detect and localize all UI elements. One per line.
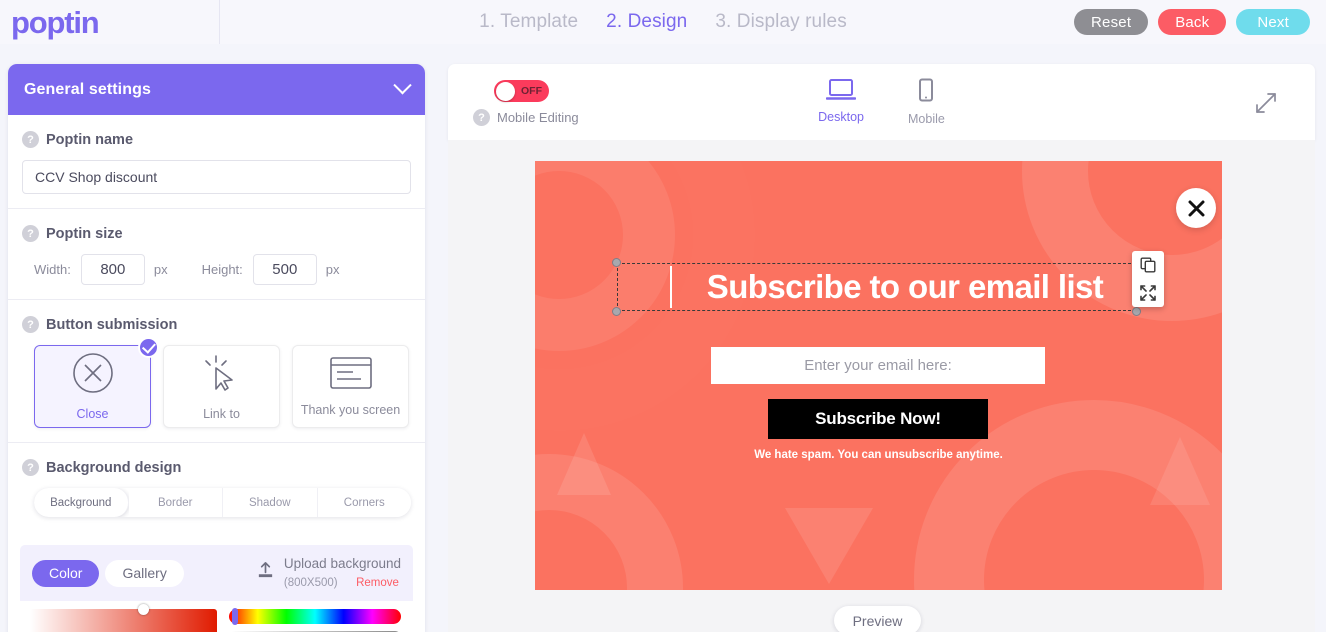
back-button[interactable]: Back [1158,9,1227,35]
poptin-name-input[interactable] [22,160,411,194]
background-mode-row: Color Gallery Upload background (800X500… [20,545,413,601]
background-design-section: ? Background design Background Border Sh… [8,443,425,531]
width-input[interactable] [80,254,145,285]
question-mark-icon[interactable]: ? [22,131,39,148]
popup-headline[interactable]: Subscribe to our email list [674,264,1136,310]
mode-color-pill[interactable]: Color [32,559,100,587]
mobile-icon [917,78,935,109]
color-picker [20,601,413,632]
poptin-name-section: ? Poptin name [8,115,425,209]
text-caret [670,266,672,308]
submission-option-label: Close [76,407,109,421]
canvas-toolbar: OFF ? Mobile Editing Desktop Mobile [448,64,1315,140]
submission-option-thank-you-screen[interactable]: Thank you screen [292,345,409,428]
header-actions: Reset Back Next [1074,0,1310,44]
canvas-area: Subscribe to our email list Enter your e… [448,140,1315,632]
question-mark-icon[interactable]: ? [22,459,39,476]
cursor-click-icon [201,352,243,399]
circle-x-icon [72,352,114,399]
width-unit: px [153,262,168,277]
decoration-ring [535,454,683,590]
disclaimer-text: We hate spam. You can unsubscribe anytim… [754,449,1003,461]
hue-alpha-column [229,608,401,632]
settings-panel: General settings ? Poptin name ? Poptin … [8,64,425,632]
duplicate-icon[interactable] [1140,257,1156,273]
submission-option-label: Thank you screen [300,403,401,417]
check-icon [138,337,159,358]
headline-selection[interactable]: Subscribe to our email list [612,258,1141,316]
background-design-title: ? Background design [22,459,411,476]
device-mobile[interactable]: Mobile [908,78,945,126]
desktop-icon [825,78,857,107]
device-mobile-label: Mobile [908,112,945,126]
next-button[interactable]: Next [1236,9,1310,35]
height-input[interactable] [252,254,317,285]
move-resize-icon[interactable] [1140,285,1156,301]
step-template[interactable]: 1. Template [479,11,578,33]
upload-icon [256,561,275,585]
saturation-handle[interactable] [138,604,149,616]
tab-corners[interactable]: Corners [317,488,411,517]
size-row: Width: px Height: px [22,254,411,285]
popup-close-button[interactable] [1176,188,1216,228]
general-settings-header[interactable]: General settings [8,64,425,115]
element-toolbar [1132,251,1164,307]
subscribe-button[interactable]: Subscribe Now! [768,399,988,439]
app-header: poptin 1. Template 2. Design 3. Display … [0,0,1326,44]
resize-handle-top-left[interactable] [612,258,621,267]
preview-button[interactable]: Preview [834,606,921,632]
hue-slider[interactable] [229,608,401,626]
hue-handle[interactable] [232,608,238,626]
chevron-down-icon[interactable] [393,76,412,95]
saturation-gradient[interactable] [30,604,217,632]
question-mark-icon[interactable]: ? [22,225,39,242]
button-submission-label: Button submission [46,316,178,333]
logo-zone: poptin [0,0,220,44]
tab-shadow[interactable]: Shadow [223,488,318,517]
remove-background-link[interactable]: Remove [356,577,399,589]
poptin-size-section: ? Poptin size Width: px Height: px [8,209,425,300]
poptin-name-label: Poptin name [46,131,134,148]
expand-arrows-icon[interactable] [1255,92,1277,119]
poptin-editor: poptin 1. Template 2. Design 3. Display … [0,0,1326,632]
background-color-block: Color Gallery Upload background (800X500… [20,545,413,632]
submission-option-link-to[interactable]: Link to [163,345,280,428]
button-submission-title: ? Button submission [22,316,411,333]
tab-background[interactable]: Background [34,488,129,517]
height-label: Height: [201,262,243,277]
background-design-label: Background design [46,459,182,476]
decoration-ring [535,161,675,351]
screen-window-icon [329,356,373,395]
device-desktop-label: Desktop [818,110,865,124]
upload-background-label: Upload background [283,556,401,571]
step-design[interactable]: 2. Design [606,11,687,33]
submission-options: Close Link to Thank you screen [22,337,411,428]
panel-title: General settings [24,80,151,98]
device-desktop[interactable]: Desktop [818,78,864,126]
upload-dimensions: (800X500) [283,577,338,590]
decoration-triangle [785,508,873,584]
question-mark-icon[interactable]: ? [22,316,39,333]
poptin-name-title: ? Poptin name [22,131,411,148]
decoration-triangle [557,433,611,495]
width-label: Width: [34,262,71,277]
step-display-rules[interactable]: 3. Display rules [715,11,846,33]
email-input[interactable]: Enter your email here: [711,347,1045,384]
mode-gallery-pill[interactable]: Gallery [105,559,184,587]
submission-option-close[interactable]: Close [34,337,159,428]
button-submission-section: ? Button submission Close Link to Thank … [8,300,425,443]
decoration-triangle [1150,437,1210,505]
submission-option-label: Link to [203,407,240,421]
tab-border[interactable]: Border [128,488,223,517]
poptin-size-label: Poptin size [46,225,123,242]
resize-handle-bottom-left[interactable] [612,307,621,316]
poptin-size-title: ? Poptin size [22,225,411,242]
reset-button[interactable]: Reset [1074,9,1149,35]
popup-preview[interactable]: Subscribe to our email list Enter your e… [535,161,1222,590]
height-unit: px [325,262,340,277]
background-design-tabs: Background Border Shadow Corners [34,488,411,517]
poptin-logo[interactable]: poptin [11,7,100,38]
device-switcher: Desktop Mobile [448,78,1315,126]
upload-background-zone[interactable]: Upload background (800X500) Remove [256,555,401,591]
